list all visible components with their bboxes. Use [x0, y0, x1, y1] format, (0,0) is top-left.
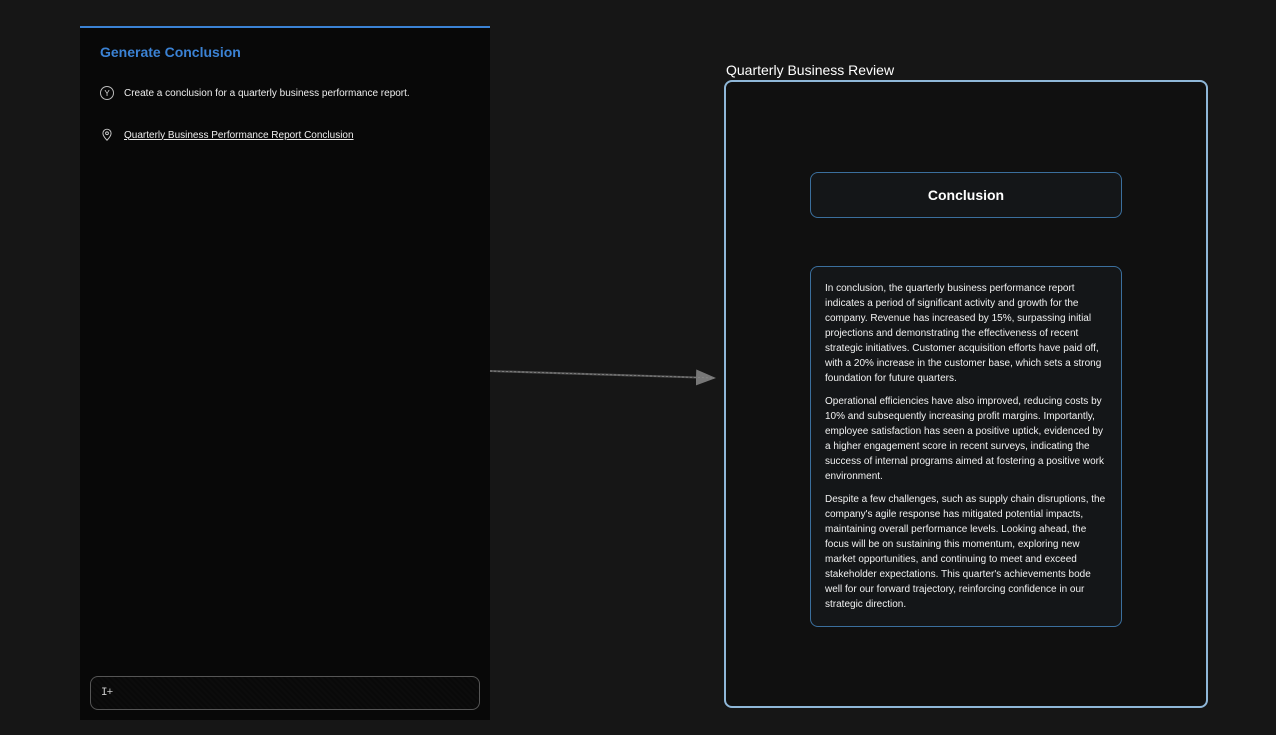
conclusion-paragraph: Despite a few challenges, such as supply…	[825, 492, 1107, 612]
chat-input-area: I+	[80, 666, 490, 720]
document-preview-area: Quarterly Business Review Conclusion In …	[724, 62, 1208, 708]
assistant-output-link[interactable]: Quarterly Business Performance Report Co…	[124, 130, 354, 141]
document-title: Quarterly Business Review	[724, 62, 1208, 78]
section-heading: Conclusion	[821, 187, 1111, 203]
user-message-text: Create a conclusion for a quarterly busi…	[124, 88, 410, 99]
chat-input[interactable]	[118, 687, 469, 699]
conclusion-paragraph: Operational efficiencies have also impro…	[825, 394, 1107, 484]
chat-panel-header: Generate Conclusion	[80, 28, 490, 68]
document-preview-panel: Conclusion In conclusion, the quarterly …	[724, 80, 1208, 708]
section-body: In conclusion, the quarterly business pe…	[810, 266, 1122, 627]
chat-panel: Generate Conclusion Y Create a conclusio…	[80, 26, 490, 720]
message-list: Y Create a conclusion for a quarterly bu…	[80, 68, 490, 666]
conclusion-paragraph: In conclusion, the quarterly business pe…	[825, 281, 1107, 386]
chat-title: Generate Conclusion	[100, 44, 470, 60]
text-cursor-icon: I+	[101, 687, 112, 699]
assistant-message-row: Quarterly Business Performance Report Co…	[100, 120, 470, 162]
location-pin-icon	[100, 128, 114, 142]
user-message-row: Y Create a conclusion for a quarterly bu…	[100, 78, 470, 120]
section-heading-box: Conclusion	[810, 172, 1122, 218]
chat-input-box[interactable]: I+	[90, 676, 480, 710]
user-avatar-icon: Y	[100, 86, 114, 100]
connector-arrow-icon	[490, 366, 724, 384]
